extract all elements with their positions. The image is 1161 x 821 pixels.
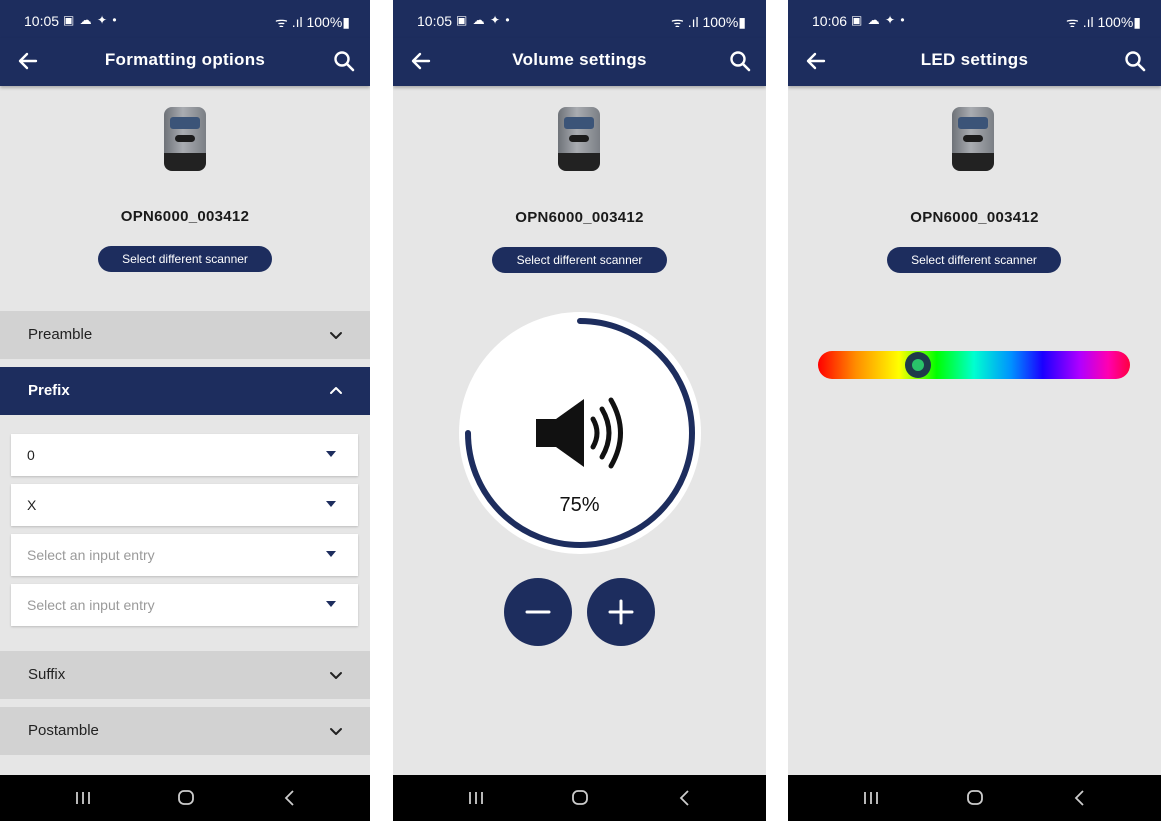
entry-placeholder: Select an input entry [27,547,155,563]
section-postamble[interactable]: Postamble [0,707,370,755]
plus-icon [608,599,634,625]
home-icon[interactable] [568,787,592,809]
notification-icons: ▣ ☁ ✦ • [456,13,511,27]
notification-icons: ▣ ☁ ✦ • [63,13,118,27]
status-time: 10:05 [417,13,453,29]
recent-apps-icon[interactable] [71,787,95,809]
section-label: Preamble [28,326,93,343]
entry-placeholder: Select an input entry [27,597,155,613]
led-settings-screen: 10:06 ▣ ☁ ✦ • ᯤ .ıl 100%▮ LED settings O… [788,0,1161,821]
chevron-up-icon [330,387,342,394]
prefix-entry-select[interactable]: Select an input entry [11,584,358,626]
volume-settings-screen: 10:05 ▣ ☁ ✦ • ᯤ .ıl 100%▮ Volume setting… [393,0,766,821]
page-title: LED settings [920,50,1029,69]
home-icon[interactable] [174,787,198,809]
dropdown-arrow-icon [326,501,336,507]
section-label: Postamble [28,722,99,739]
section-preamble[interactable]: Preamble [0,311,370,359]
chevron-down-icon [330,332,342,339]
prefix-entry-select[interactable]: 0 [11,434,358,476]
entry-value: 0 [27,447,35,463]
status-bar: 10:05 ▣ ☁ ✦ • ᯤ .ıl 100%▮ [393,0,766,38]
recent-apps-icon[interactable] [464,787,488,809]
device-name: OPN6000_003412 [515,209,644,226]
section-prefix[interactable]: Prefix [0,367,370,415]
prefix-entry-select[interactable]: Select an input entry [11,534,358,576]
status-bar: 10:06 ▣ ☁ ✦ • ᯤ .ıl 100%▮ [788,0,1161,38]
minus-icon [525,610,551,614]
led-color-slider[interactable] [818,351,1130,379]
search-icon[interactable] [332,49,356,73]
volume-up-button[interactable] [587,578,655,646]
volume-dial[interactable] [458,311,702,555]
status-time: 10:05 [24,13,60,29]
back-nav-icon[interactable] [278,787,302,809]
back-nav-icon[interactable] [1068,787,1092,809]
select-different-scanner-button[interactable]: Select different scanner [492,247,667,273]
formatting-options-screen: 10:05 ▣ ☁ ✦ • ᯤ .ıl 100%▮ Formatting opt… [0,0,370,821]
notification-icons: ▣ ☁ ✦ • [851,13,906,27]
dropdown-arrow-icon [326,551,336,557]
section-label: Suffix [28,666,66,683]
volume-down-button[interactable] [504,578,572,646]
status-time: 10:06 [812,13,848,29]
app-bar: Volume settings [393,38,766,86]
dropdown-arrow-icon [326,451,336,457]
battery-status: ᯤ .ıl 100%▮ [1066,14,1141,30]
scanner-image [164,107,206,171]
app-bar: Formatting options [0,38,370,86]
system-nav-bar [788,775,1161,821]
device-name: OPN6000_003412 [910,209,1039,226]
section-suffix[interactable]: Suffix [0,651,370,699]
chevron-down-icon [330,728,342,735]
search-icon[interactable] [728,49,752,73]
system-nav-bar [393,775,766,821]
scanner-image [558,107,600,171]
volume-percent: 75% [559,494,600,516]
section-label: Prefix [28,382,70,399]
app-bar: LED settings [788,38,1161,86]
select-different-scanner-button[interactable]: Select different scanner [98,246,272,272]
recent-apps-icon[interactable] [859,787,883,809]
device-name: OPN6000_003412 [120,208,250,225]
entry-value: X [27,497,37,513]
search-icon[interactable] [1123,49,1147,73]
status-bar: 10:05 ▣ ☁ ✦ • ᯤ .ıl 100%▮ [0,0,370,38]
chevron-down-icon [330,672,342,679]
battery-status: ᯤ .ıl 100%▮ [275,14,350,30]
dropdown-arrow-icon [326,601,336,607]
home-icon[interactable] [963,787,987,809]
prefix-entry-select[interactable]: X [11,484,358,526]
system-nav-bar [0,775,370,821]
led-selected-color-indicator [911,359,924,371]
battery-status: ᯤ .ıl 100%▮ [671,14,746,30]
scanner-image [952,107,994,171]
page-title: Volume settings [512,50,647,69]
page-title: Formatting options [104,50,266,69]
back-nav-icon[interactable] [673,787,697,809]
select-different-scanner-button[interactable]: Select different scanner [887,247,1061,273]
